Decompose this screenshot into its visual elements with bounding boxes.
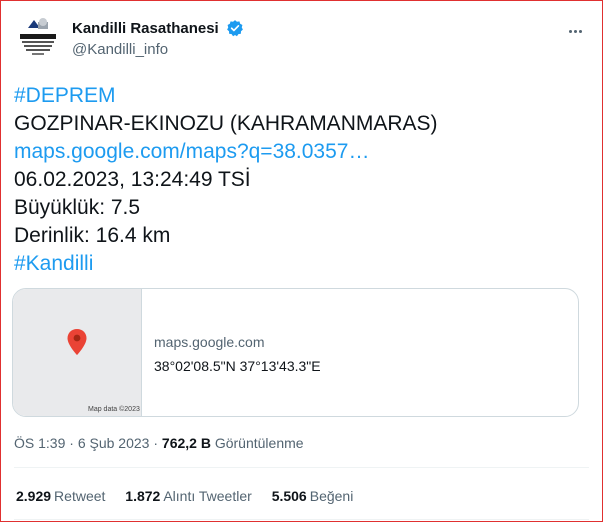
map-thumbnail: Map data ©2023 xyxy=(13,289,142,416)
retweet-count: 2.929 xyxy=(16,488,52,504)
tweet-date[interactable]: 6 Şub 2023 xyxy=(78,435,150,451)
tweet-stats: 2.929 Retweet 1.872 Alıntı Tweetler 5.506 B… xyxy=(16,488,369,504)
depth-line: Derinlik: 16.4 km xyxy=(14,224,171,247)
magnitude-line: Büyüklük: 7.5 xyxy=(14,196,141,219)
tweet-header: Kandilli Rasathanesi @Kandilli_info xyxy=(14,14,589,62)
meta-separator: · xyxy=(153,435,159,451)
map-credit: Map data ©2023 xyxy=(88,406,140,413)
card-domain: maps.google.com xyxy=(154,334,265,350)
meta-separator: · xyxy=(69,435,74,451)
map-pin-icon xyxy=(67,329,87,355)
card-coordinates: 38°02'08.5"N 37°13'43.3"E xyxy=(154,358,321,374)
kandilli-logo-icon xyxy=(14,14,62,62)
hashtag-kandilli[interactable]: #Kandilli xyxy=(14,250,589,278)
more-options-icon[interactable] xyxy=(569,20,589,34)
views-label: Görüntülenme xyxy=(214,435,304,451)
verified-badge-icon xyxy=(227,20,244,37)
views-count: 762,2 B xyxy=(161,435,211,451)
tweet-meta: ÖS 1:39 · 6 Şub 2023 · 762,2 B Görüntüle… xyxy=(14,435,304,451)
like-stat[interactable]: 5.506 Beğeni xyxy=(272,488,354,504)
datetime-line: 06.02.2023, 13:24:49 TSİ xyxy=(14,168,251,191)
tweet-text: #DEPREM GOZPINAR-EKINOZU (KAHRAMANMARAS)… xyxy=(14,82,589,278)
location-line: GOZPINAR-EKINOZU (KAHRAMANMARAS) xyxy=(14,112,438,135)
tweet-time[interactable]: ÖS 1:39 xyxy=(14,435,65,451)
quote-tweet-count: 1.872 xyxy=(125,488,161,504)
quote-tweet-label: Alıntı Tweetler xyxy=(163,488,252,504)
retweet-stat[interactable]: 2.929 Retweet xyxy=(16,488,105,504)
like-label: Beğeni xyxy=(309,488,354,504)
hashtag-deprem[interactable]: #DEPREM xyxy=(14,82,589,110)
handle[interactable]: @Kandilli_info xyxy=(72,41,244,58)
divider xyxy=(14,519,589,520)
like-count: 5.506 xyxy=(271,488,307,504)
card-text: maps.google.com 38°02'08.5"N 37°13'43.3"… xyxy=(154,334,321,374)
quote-tweet-stat[interactable]: 1.872 Alıntı Tweetler xyxy=(125,488,252,504)
avatar[interactable] xyxy=(14,14,62,62)
retweet-label: Retweet xyxy=(54,488,106,504)
display-name[interactable]: Kandilli Rasathanesi xyxy=(72,20,219,37)
link-preview-card[interactable]: Map data ©2023 maps.google.com 38°02'08.… xyxy=(12,288,579,417)
author-names: Kandilli Rasathanesi @Kandilli_info xyxy=(72,19,244,58)
divider xyxy=(14,467,589,468)
maps-link[interactable]: maps.google.com/maps?q=38.0357… xyxy=(14,138,589,166)
